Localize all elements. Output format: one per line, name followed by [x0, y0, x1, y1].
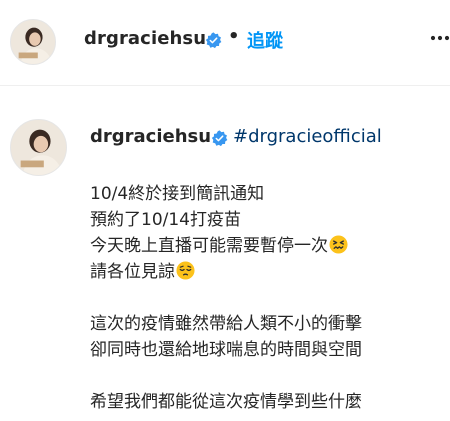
caption-line: 10/4終於接到簡訊通知	[90, 184, 265, 204]
verified-badge-icon	[211, 130, 228, 147]
confounded-face-emoji	[329, 235, 348, 254]
caption-line: 這次的疫情雖然帶給人類不小的衝擊	[90, 314, 362, 334]
caption-line: 今天晚上直播可能需要暫停一次	[90, 233, 440, 259]
caption-line: 請各位見諒	[90, 259, 440, 285]
caption-avatar[interactable]	[10, 119, 67, 176]
caption-line: 卻同時也還給地球喘息的時間與空間	[90, 340, 362, 360]
follow-button[interactable]: 追蹤	[247, 27, 283, 53]
caption-line: 預約了10/14打疫苗	[90, 210, 241, 230]
caption-line: 希望我們都能從這次疫情學到些什麼	[90, 392, 362, 412]
hashtag-link[interactable]: #drgracieofficial	[233, 126, 382, 147]
separator-dot: •	[228, 26, 240, 47]
caption-text: 10/4終於接到簡訊通知 預約了10/14打疫苗 今天晚上直播可能需要暫停一次 …	[90, 181, 440, 415]
pensive-face-emoji	[176, 261, 195, 280]
profile-avatar[interactable]	[10, 19, 56, 65]
caption-username[interactable]: drgraciehsu	[90, 126, 211, 147]
avatar-photo	[11, 120, 66, 175]
verified-badge-icon	[205, 32, 222, 49]
more-horizontal-icon[interactable]	[430, 34, 450, 42]
post-header: drgraciehsu • 追蹤	[0, 0, 450, 86]
post-username[interactable]: drgraciehsu	[84, 28, 206, 49]
avatar-photo	[11, 20, 55, 64]
